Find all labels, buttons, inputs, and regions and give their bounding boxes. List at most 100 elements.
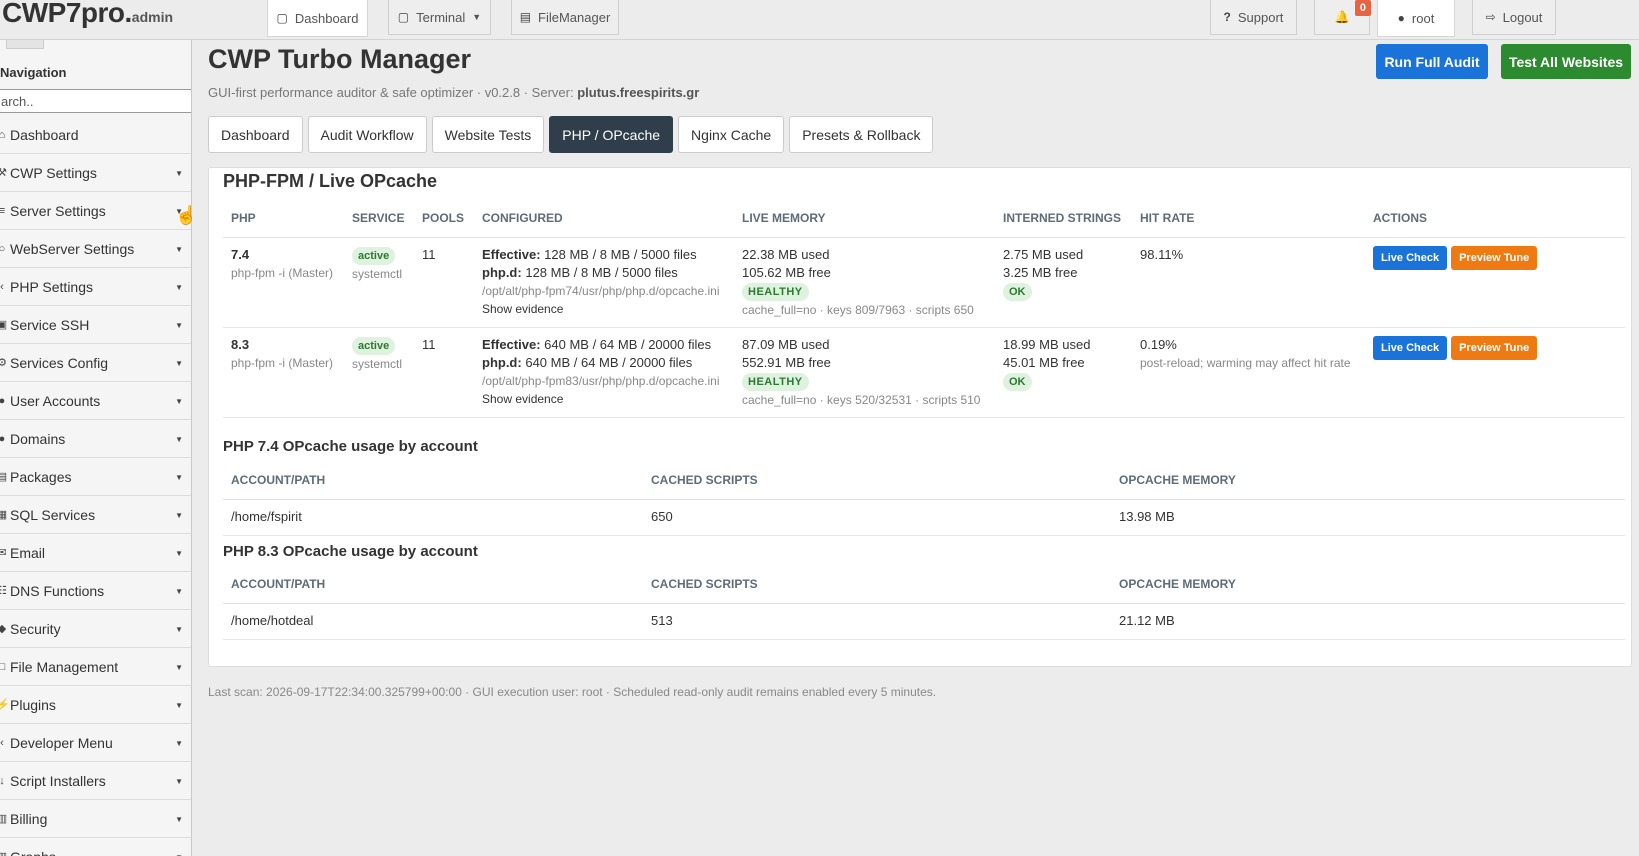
- tab-php-opcache[interactable]: PHP / OPcache: [549, 116, 674, 153]
- live-check-button[interactable]: Live Check: [1373, 245, 1448, 270]
- live-check-button[interactable]: Live Check: [1373, 335, 1448, 360]
- sidebar-toggle-button[interactable]: [6, 40, 44, 49]
- sidebar-item-domains[interactable]: ●Domains ▼: [0, 420, 191, 458]
- sidebar-item-plugins[interactable]: ⚡Plugins ▼: [0, 686, 191, 724]
- sidebar-item-services-config[interactable]: ⚙Services Config ▼: [0, 344, 191, 382]
- brand-logo[interactable]: CWP7pro.admin: [2, 0, 173, 29]
- preview-tune-button[interactable]: Preview Tune: [1451, 335, 1538, 360]
- support-button[interactable]: ? Support: [1210, 0, 1297, 35]
- chevron-down-icon: ▼: [175, 815, 183, 824]
- sidebar-item-script-installers[interactable]: ↓Script Installers ▼: [0, 762, 191, 800]
- chevron-down-icon: ▼: [175, 473, 183, 482]
- notifications-button[interactable]: 🔔 0: [1314, 0, 1371, 35]
- sidebar-item-label: Script Installers: [10, 772, 106, 789]
- column-header: PHP: [223, 199, 344, 238]
- sidebar-item-service-ssh[interactable]: ▣Service SSH ▼: [0, 306, 191, 344]
- chevron-down-icon: ▼: [175, 435, 183, 444]
- sidebar-search-input[interactable]: [0, 89, 191, 113]
- main-content: CWP Turbo Manager GUI-first performance …: [193, 40, 1639, 856]
- table-header-row: PHP SERVICE POOLS CONFIGURED LIVE MEMORY…: [223, 199, 1625, 238]
- sidebar-item-label: Dashboard: [10, 126, 79, 143]
- sidebar-item-dashboard[interactable]: ⌂Dashboard: [0, 116, 191, 154]
- user-menu-button[interactable]: ● root: [1377, 0, 1455, 37]
- bell-icon: 🔔: [1334, 10, 1350, 24]
- usage-74-title: PHP 7.4 OPcache usage by account: [223, 438, 478, 455]
- memory-meta: cache_full=no · keys 809/7963 · scripts …: [742, 302, 974, 317]
- download-icon: ↓: [0, 775, 8, 787]
- sidebar-item-security[interactable]: ◆Security ▼: [0, 610, 191, 648]
- chevron-down-icon: ▼: [175, 739, 183, 748]
- configured-phpd: php.d: 128 MB / 8 MB / 5000 files: [482, 264, 678, 280]
- tab-nginx-cache[interactable]: Nginx Cache: [678, 116, 785, 153]
- folder-icon: ▤: [519, 10, 532, 24]
- hit-rate-note: post-reload; warming may affect hit rate: [1140, 355, 1351, 370]
- sidebar-item-cwp-settings[interactable]: ⚒CWP Settings ▼: [0, 154, 191, 192]
- user-icon: ●: [0, 395, 8, 407]
- code-icon: ‹: [0, 280, 4, 293]
- column-header: CACHED SCRIPTS: [643, 565, 1111, 604]
- sidebar-item-server-settings[interactable]: ≡Server Settings ▼: [0, 192, 191, 230]
- chevron-down-icon: ▼: [175, 511, 183, 520]
- sidebar-item-billing[interactable]: ▥Billing ▼: [0, 800, 191, 838]
- chevron-down-icon: ▼: [175, 549, 183, 558]
- user-icon: ●: [1397, 11, 1405, 25]
- file-icon: □: [0, 661, 8, 673]
- test-all-websites-button[interactable]: Test All Websites: [1501, 44, 1631, 79]
- account-path: /home/fspirit: [223, 499, 643, 536]
- column-header: LIVE MEMORY: [734, 199, 995, 238]
- usage-74-table: ACCOUNT/PATH CACHED SCRIPTS OPCACHE MEMO…: [223, 461, 1625, 536]
- memory-free: 105.62 MB free: [742, 264, 831, 280]
- logout-button[interactable]: ⇨ Logout: [1472, 0, 1556, 35]
- sidebar-item-label: Developer Menu: [10, 734, 113, 751]
- sidebar-item-dns-functions[interactable]: ☷DNS Functions ▼: [0, 572, 191, 610]
- top-tab-filemanager[interactable]: ▤ FileManager: [511, 0, 619, 35]
- tab-presets-rollback[interactable]: Presets & Rollback: [789, 116, 934, 153]
- sidebar-item-label: PHP Settings: [10, 278, 94, 295]
- table-row: /home/fspirit 650 13.98 MB: [223, 499, 1625, 536]
- sidebar-item-label: Email: [10, 544, 46, 561]
- top-tab-terminal[interactable]: ▢ Terminal ▼: [388, 0, 491, 35]
- table-row: 8.3 php-fpm -i (Master) active systemctl…: [223, 327, 1625, 418]
- column-header: SERVICE: [344, 199, 414, 238]
- tab-audit-workflow[interactable]: Audit Workflow: [307, 116, 427, 153]
- sidebar-menu: ⌂Dashboard⚒CWP Settings▼≡Server Settings…: [0, 116, 191, 856]
- show-evidence-link[interactable]: Show evidence: [482, 390, 726, 408]
- tab-website-tests[interactable]: Website Tests: [431, 116, 545, 153]
- sidebar-item-webserver-settings[interactable]: ○WebServer Settings ▼: [0, 230, 191, 268]
- chevron-down-icon: ▼: [175, 625, 183, 634]
- sidebar-item-developer-menu[interactable]: ‹ Developer Menu ▼: [0, 724, 191, 762]
- sidebar-item-email[interactable]: ✉Email ▼: [0, 534, 191, 572]
- memory-status-badge: HEALTHY: [742, 372, 809, 391]
- chevron-down-icon: ▼: [175, 663, 183, 672]
- database-icon: ▦: [0, 508, 8, 521]
- sidebar-item-packages[interactable]: ▤Packages ▼: [0, 458, 191, 496]
- billing-icon: ▥: [0, 812, 8, 825]
- sidebar-item-sql-services[interactable]: ▦SQL Services ▼: [0, 496, 191, 534]
- top-tab-dashboard[interactable]: ▢ Dashboard: [267, 0, 368, 37]
- pools-count: 11: [414, 327, 474, 418]
- chevron-down-icon: ▼: [175, 397, 183, 406]
- sidebar-item-label: Service SSH: [10, 316, 90, 333]
- notification-count-badge: 0: [1354, 0, 1371, 16]
- sidebar: Navigation ⌂Dashboard⚒CWP Settings▼≡Serv…: [0, 40, 192, 856]
- terminal-icon: ▣: [0, 318, 8, 331]
- php-version: 8.3: [231, 336, 250, 352]
- php-source: php-fpm -i (Master): [231, 355, 334, 370]
- top-bar: CWP7pro.admin ▢ Dashboard ▢ Terminal ▼ ▤…: [0, 0, 1639, 40]
- sidebar-item-graphs[interactable]: ▥Graphs▼: [0, 838, 191, 856]
- sidebar-item-php-settings[interactable]: ‹ PHP Settings ▼: [0, 268, 191, 306]
- table-row: 7.4 php-fpm -i (Master) active systemctl…: [223, 237, 1625, 328]
- sidebar-item-file-management[interactable]: □File Management ▼: [0, 648, 191, 686]
- usage-83-table: ACCOUNT/PATH CACHED SCRIPTS OPCACHE MEMO…: [223, 565, 1625, 640]
- show-evidence-link[interactable]: Show evidence: [482, 300, 726, 318]
- service-source: systemctl: [352, 356, 403, 371]
- preview-tune-button[interactable]: Preview Tune: [1451, 245, 1538, 270]
- usage-83-title: PHP 8.3 OPcache usage by account: [223, 543, 478, 560]
- chart-icon: ▥: [0, 850, 8, 856]
- sidebar-title: Navigation: [0, 65, 67, 80]
- run-full-audit-button[interactable]: Run Full Audit: [1376, 44, 1488, 79]
- sidebar-item-user-accounts[interactable]: ●User Accounts ▼: [0, 382, 191, 420]
- sidebar-item-label: WebServer Settings: [10, 240, 135, 257]
- ini-path: /opt/alt/php-fpm83/usr/php/php.d/opcache…: [482, 373, 720, 388]
- tab-dashboard[interactable]: Dashboard: [208, 116, 303, 153]
